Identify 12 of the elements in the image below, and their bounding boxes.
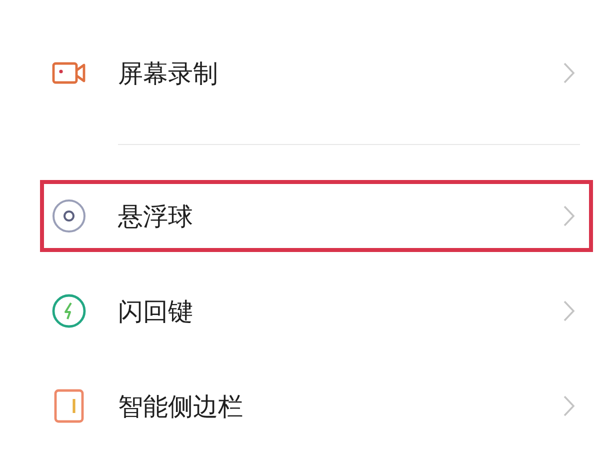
settings-item[interactable]: 悬浮球 xyxy=(40,180,593,252)
sidebar-icon xyxy=(54,389,84,423)
settings-item[interactable]: 屏幕录制 xyxy=(40,37,593,109)
chevron-right-icon xyxy=(563,300,575,322)
chevron-right-icon xyxy=(563,205,575,227)
chevron-right-icon xyxy=(563,395,575,417)
floating-ball-icon xyxy=(52,199,86,233)
video-camera-icon xyxy=(52,62,86,84)
settings-item[interactable]: 闪回键 xyxy=(40,275,593,347)
chevron-right-icon xyxy=(563,62,575,84)
settings-item[interactable]: 智能侧边栏 xyxy=(40,370,593,442)
lightning-icon xyxy=(52,294,86,328)
